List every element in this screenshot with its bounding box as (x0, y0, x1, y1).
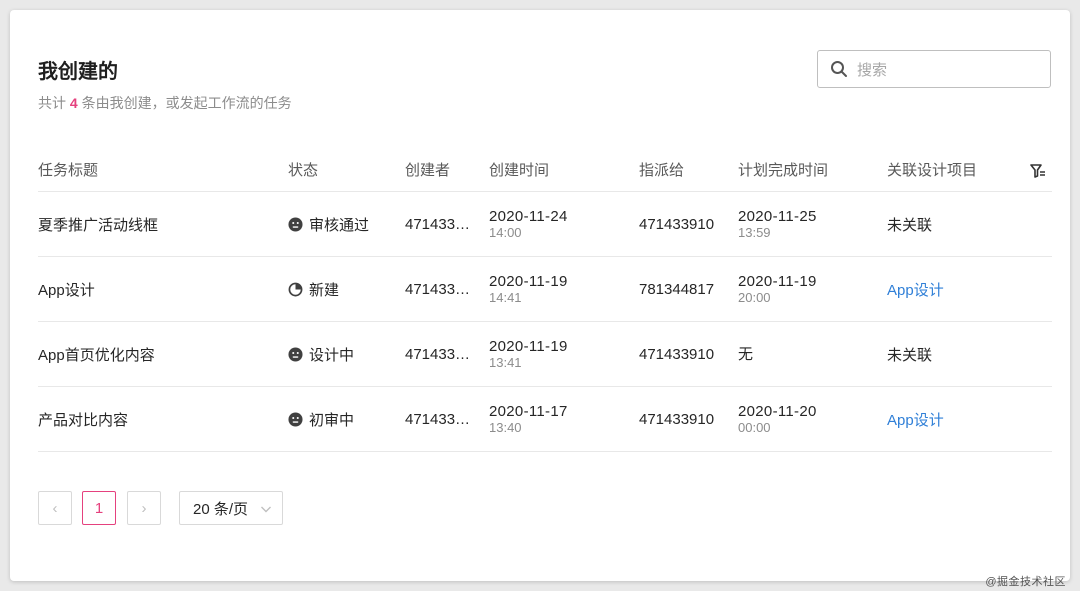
table-row[interactable]: App设计 新建 471433… 2020-11-19 14:41 781344… (38, 257, 1052, 322)
search-icon (831, 61, 847, 77)
task-planned-time: 无 (738, 322, 753, 386)
page-subtitle: 共计 4 条由我创建，或发起工作流的任务 (38, 93, 292, 113)
search-input[interactable]: 搜索 (817, 50, 1051, 88)
face-icon (288, 346, 303, 362)
table-row[interactable]: 夏季推广活动线框 审核通过 471433… 2020-11-24 14:00 4… (38, 192, 1052, 257)
task-status: 新建 (288, 257, 339, 321)
filter-icon (1030, 163, 1045, 178)
face-icon (288, 411, 303, 427)
task-project: 未关联 (887, 346, 933, 364)
page-title: 我创建的 (38, 61, 118, 83)
status-label: 设计中 (309, 346, 355, 364)
created-date: 2020-11-19 (489, 338, 568, 355)
column-header-project[interactable]: 关联设计项目 (887, 147, 977, 191)
task-creator: 471433… (405, 410, 471, 428)
task-creator: 471433… (405, 280, 471, 298)
face-icon (288, 216, 303, 232)
prev-page-button[interactable]: ‹ (38, 491, 72, 525)
watermark: @掘金技术社区 (985, 576, 1066, 588)
task-table: 任务标题 状态 创建者 创建时间 指派给 计划完成时间 关联设计项目 夏季推广活… (38, 147, 1052, 452)
planned-date: 2020-11-25 (738, 208, 817, 225)
planned-date: 2020-11-20 (738, 403, 817, 420)
column-header-status[interactable]: 状态 (288, 147, 318, 191)
table-row[interactable]: App首页优化内容 设计中 471433… 2020-11-19 13:41 4… (38, 322, 1052, 387)
task-created-time: 2020-11-19 14:41 (489, 257, 568, 321)
column-header-title[interactable]: 任务标题 (38, 147, 98, 191)
planned-time: 13:59 (738, 225, 771, 240)
task-created-time: 2020-11-17 13:40 (489, 387, 568, 451)
task-card: 我创建的 共计 4 条由我创建，或发起工作流的任务 搜索 任务标题 状态 创建者… (10, 10, 1070, 581)
pie-icon (288, 282, 303, 296)
task-status: 初审中 (288, 387, 354, 451)
planned-time: 20:00 (738, 290, 771, 305)
page-size-label: 20 条/页 (193, 500, 249, 518)
search-placeholder: 搜索 (857, 61, 888, 79)
table-header: 任务标题 状态 创建者 创建时间 指派给 计划完成时间 关联设计项目 (38, 147, 1052, 192)
task-title[interactable]: App首页优化内容 (38, 322, 155, 386)
status-label: 审核通过 (309, 216, 370, 234)
next-page-button[interactable]: › (127, 491, 161, 525)
chevron-left-icon: ‹ (52, 499, 58, 517)
created-date: 2020-11-24 (489, 208, 568, 225)
page-1-button[interactable]: 1 (82, 491, 116, 525)
created-time: 14:41 (489, 290, 522, 305)
column-header-created-time[interactable]: 创建时间 (489, 147, 549, 191)
task-assignee: 471433910 (639, 345, 715, 363)
task-title[interactable]: 夏季推广活动线框 (38, 192, 158, 256)
task-planned-time: 2020-11-19 20:00 (738, 257, 817, 321)
created-time: 13:41 (489, 355, 522, 370)
chevron-right-icon: › (141, 499, 147, 517)
created-time: 14:00 (489, 225, 522, 240)
task-project-link[interactable]: App设计 (887, 387, 944, 451)
task-status: 设计中 (288, 322, 354, 386)
task-title[interactable]: App设计 (38, 257, 95, 321)
task-status: 审核通过 (288, 192, 369, 256)
task-creator: 471433… (405, 215, 471, 233)
status-label: 新建 (309, 281, 340, 299)
task-title[interactable]: 产品对比内容 (38, 387, 128, 451)
planned-date: 无 (738, 345, 754, 363)
subtitle-suffix: 条由我创建，或发起工作流的任务 (81, 95, 292, 111)
chevron-down-icon (261, 506, 271, 513)
task-project-link[interactable]: App设计 (887, 257, 944, 321)
task-assignee: 471433910 (639, 215, 715, 233)
task-count: 4 (69, 95, 78, 111)
created-time: 13:40 (489, 420, 522, 435)
created-date: 2020-11-19 (489, 273, 568, 290)
column-header-planned-time[interactable]: 计划完成时间 (738, 147, 828, 191)
planned-time: 00:00 (738, 420, 771, 435)
task-assignee: 781344817 (639, 280, 715, 298)
column-filter-button[interactable] (1030, 147, 1046, 191)
created-date: 2020-11-17 (489, 403, 568, 420)
task-planned-time: 2020-11-25 13:59 (738, 192, 817, 256)
task-created-time: 2020-11-19 13:41 (489, 322, 568, 386)
task-created-time: 2020-11-24 14:00 (489, 192, 568, 256)
column-header-assignee[interactable]: 指派给 (639, 147, 684, 191)
page-size-select[interactable]: 20 条/页 (179, 491, 283, 525)
subtitle-prefix: 共计 (38, 95, 66, 111)
status-label: 初审中 (309, 411, 355, 429)
task-planned-time: 2020-11-20 00:00 (738, 387, 817, 451)
task-project: 未关联 (887, 216, 933, 234)
table-row[interactable]: 产品对比内容 初审中 471433… 2020-11-17 13:40 4714… (38, 387, 1052, 452)
task-assignee: 471433910 (639, 410, 715, 428)
column-header-creator[interactable]: 创建者 (405, 147, 450, 191)
task-creator: 471433… (405, 345, 471, 363)
planned-date: 2020-11-19 (738, 273, 817, 290)
